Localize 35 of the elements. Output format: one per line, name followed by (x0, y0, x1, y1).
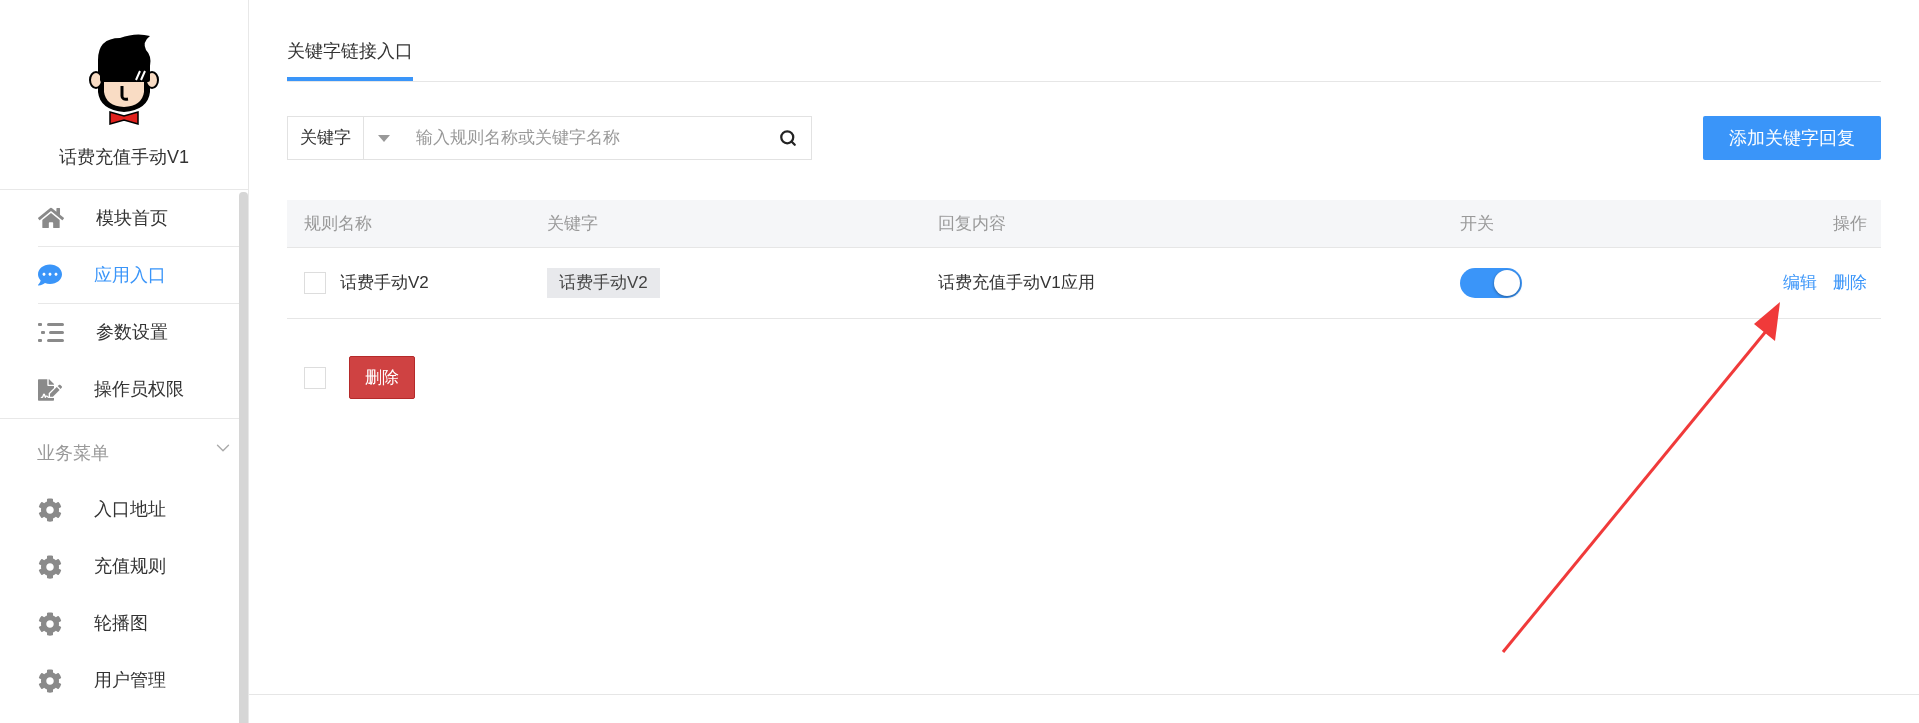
sidebar-item[interactable]: 操作员权限 (38, 376, 184, 403)
list-icon (38, 321, 64, 344)
gear-icon (38, 668, 62, 693)
keyword-tag: 话费手动V2 (547, 268, 660, 298)
column-header: 回复内容 (938, 212, 1007, 235)
column-header: 操作 (1833, 212, 1867, 235)
rule-name: 话费手动V2 (340, 272, 430, 295)
app-name: 话费充值手动V1 (59, 146, 189, 169)
toggle-switch[interactable] (1460, 268, 1522, 298)
row-checkbox[interactable] (304, 272, 326, 294)
sidebar-item[interactable]: 轮播图 (38, 610, 148, 637)
search-icon[interactable] (779, 129, 797, 147)
search-input[interactable]: 输入规则名称或关键字名称 (416, 125, 779, 151)
column-header: 开关 (1460, 212, 1495, 235)
search-field[interactable]: 输入规则名称或关键字名称 (364, 116, 812, 160)
scrollbar[interactable] (239, 192, 248, 723)
reply-content: 话费充值手动V1应用 (938, 272, 1096, 295)
sidebar-item[interactable]: 入口地址 (38, 496, 166, 523)
dropdown-caret-icon (378, 134, 390, 142)
delete-button[interactable]: 删除 (349, 356, 415, 399)
gear-icon (38, 554, 62, 579)
column-header: 规则名称 (304, 212, 373, 235)
home-icon (38, 206, 64, 230)
gear-icon (38, 611, 62, 636)
chat-bubble-icon (38, 263, 62, 287)
sidebar-item[interactable]: 用户管理 (38, 667, 166, 694)
tab[interactable]: 关键字链接入口 (287, 38, 413, 81)
column-header: 关键字 (547, 212, 599, 235)
sidebar-item[interactable]: 充值规则 (38, 553, 166, 580)
document-pen-icon (38, 377, 62, 402)
sidebar-item[interactable]: 参数设置 (38, 319, 168, 346)
sidebar-item[interactable]: 模块首页 (38, 204, 168, 232)
filter-dropdown[interactable]: 关键字 (287, 116, 364, 160)
gear-icon (38, 497, 62, 522)
select-all-checkbox[interactable] (304, 366, 326, 389)
